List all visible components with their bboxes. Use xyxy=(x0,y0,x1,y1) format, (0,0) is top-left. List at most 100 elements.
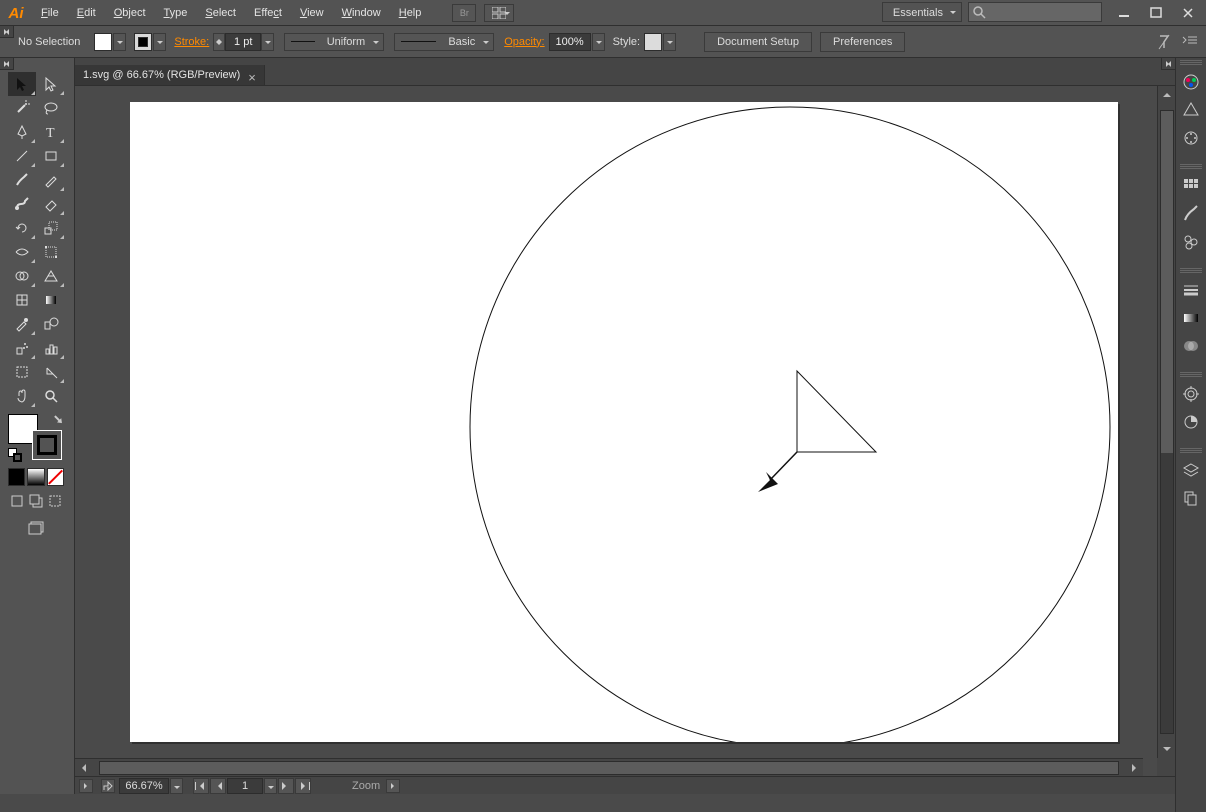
shape-builder-tool[interactable] xyxy=(8,264,36,288)
menu-select[interactable]: Select xyxy=(196,0,245,26)
document-setup-button[interactable]: Document Setup xyxy=(704,32,812,52)
line-tool[interactable] xyxy=(8,144,36,168)
minimize-button[interactable] xyxy=(1108,3,1140,23)
fill-swatch[interactable] xyxy=(94,33,112,51)
swap-fill-stroke[interactable] xyxy=(50,414,64,428)
column-graph-tool[interactable] xyxy=(37,336,65,360)
go-to-bridge-button[interactable]: Br xyxy=(452,4,476,22)
next-artboard-button[interactable] xyxy=(278,778,294,794)
zoom-field[interactable]: 66.67% xyxy=(119,778,169,794)
stroke-panel-button[interactable] xyxy=(1179,278,1203,302)
pencil-tool[interactable] xyxy=(37,168,65,192)
swatches-panel-button[interactable] xyxy=(1179,174,1203,198)
color-solid[interactable] xyxy=(8,468,25,486)
color-none[interactable] xyxy=(47,468,64,486)
status-share-button[interactable] xyxy=(101,779,115,793)
menu-window[interactable]: Window xyxy=(333,0,390,26)
status-popup-button[interactable] xyxy=(79,779,93,793)
pen-tool[interactable] xyxy=(8,120,36,144)
free-transform-tool[interactable] xyxy=(37,240,65,264)
symbols-panel-button[interactable] xyxy=(1179,230,1203,254)
options-menu-button[interactable] xyxy=(1182,34,1198,50)
gradient-panel-button[interactable] xyxy=(1179,306,1203,330)
layers-panel-button[interactable] xyxy=(1179,458,1203,482)
horizontal-scroll-thumb[interactable] xyxy=(100,762,1118,774)
options-collapse-tab[interactable] xyxy=(0,26,14,38)
menu-help[interactable]: Help xyxy=(390,0,431,26)
type-tool[interactable]: T xyxy=(37,120,65,144)
document-tab-close[interactable] xyxy=(248,69,258,79)
artboard-tool[interactable] xyxy=(8,360,36,384)
draw-normal[interactable] xyxy=(8,492,25,510)
panel-grip[interactable] xyxy=(1180,268,1202,274)
opacity-label[interactable]: Opacity: xyxy=(504,36,544,48)
horizontal-scroll-track[interactable] xyxy=(99,761,1119,775)
zoom-dropdown[interactable] xyxy=(170,778,183,794)
scroll-down-button[interactable] xyxy=(1160,744,1174,758)
rotate-tool[interactable] xyxy=(8,216,36,240)
vertical-scroll-thumb[interactable] xyxy=(1161,111,1173,453)
stroke-swatch[interactable] xyxy=(134,33,152,51)
mesh-tool[interactable] xyxy=(8,288,36,312)
default-fill-stroke[interactable] xyxy=(8,448,22,462)
horizontal-scrollbar[interactable] xyxy=(75,758,1143,776)
color-guide-panel-button[interactable] xyxy=(1179,98,1203,122)
panel-grip[interactable] xyxy=(1180,372,1202,378)
panel-grip[interactable] xyxy=(1180,448,1202,454)
artboard-dropdown[interactable] xyxy=(264,778,277,794)
prev-artboard-button[interactable] xyxy=(210,778,226,794)
arrange-documents-button[interactable] xyxy=(484,4,514,22)
right-panels-collapse-tab[interactable] xyxy=(1161,58,1175,70)
fill-dropdown[interactable] xyxy=(113,33,126,51)
stroke-weight-stepper[interactable]: 1 pt xyxy=(213,33,274,51)
panel-grip[interactable] xyxy=(1180,164,1202,170)
brush-definition[interactable]: Basic xyxy=(394,33,494,51)
style-swatch[interactable] xyxy=(644,33,662,51)
stroke-label[interactable]: Stroke: xyxy=(174,36,209,48)
width-tool[interactable] xyxy=(8,240,36,264)
color-panel-button[interactable] xyxy=(1179,70,1203,94)
vertical-scrollbar[interactable] xyxy=(1157,86,1175,758)
document-tab[interactable]: 1.svg @ 66.67% (RGB/Preview) xyxy=(75,65,265,85)
blob-brush-tool[interactable] xyxy=(8,192,36,216)
zoom-tool[interactable] xyxy=(37,384,65,408)
scroll-up-button[interactable] xyxy=(1160,86,1174,100)
panel-grip[interactable] xyxy=(1180,60,1202,66)
kuler-panel-button[interactable] xyxy=(1179,126,1203,150)
eyedropper-tool[interactable] xyxy=(8,312,36,336)
hand-tool[interactable] xyxy=(8,384,36,408)
selection-tool[interactable] xyxy=(8,72,36,96)
symbol-sprayer-tool[interactable] xyxy=(8,336,36,360)
direct-selection-tool[interactable] xyxy=(37,72,65,96)
maximize-button[interactable] xyxy=(1140,3,1172,23)
search-input[interactable] xyxy=(968,2,1102,22)
opacity-field[interactable]: 100% xyxy=(549,33,591,51)
workspace-switcher[interactable]: Essentials xyxy=(882,2,962,22)
stroke-color[interactable] xyxy=(32,430,62,460)
menu-view[interactable]: View xyxy=(291,0,333,26)
stroke-weight-field[interactable]: 1 pt xyxy=(225,33,261,51)
first-artboard-button[interactable] xyxy=(193,778,209,794)
rectangle-tool[interactable] xyxy=(37,144,65,168)
paintbrush-tool[interactable] xyxy=(8,168,36,192)
draw-behind[interactable] xyxy=(27,492,44,510)
vertical-scroll-track[interactable] xyxy=(1160,110,1174,734)
lasso-tool[interactable] xyxy=(37,96,65,120)
eraser-tool[interactable] xyxy=(37,192,65,216)
menu-edit[interactable]: Edit xyxy=(68,0,105,26)
scroll-right-button[interactable] xyxy=(1129,761,1143,775)
stroke-dropdown[interactable] xyxy=(153,33,166,51)
opacity-dropdown[interactable] xyxy=(592,33,605,51)
blend-tool[interactable] xyxy=(37,312,65,336)
close-button[interactable] xyxy=(1172,3,1204,23)
color-gradient[interactable] xyxy=(27,468,44,486)
artboards-panel-button[interactable] xyxy=(1179,486,1203,510)
artboard-number-field[interactable]: 1 xyxy=(227,778,263,794)
last-artboard-button[interactable] xyxy=(295,778,311,794)
status-info-dropdown[interactable] xyxy=(386,779,400,793)
align-to-button[interactable] xyxy=(1156,34,1172,50)
graphic-styles-panel-button[interactable] xyxy=(1179,410,1203,434)
gradient-tool[interactable] xyxy=(37,288,65,312)
magic-wand-tool[interactable] xyxy=(8,96,36,120)
style-dropdown[interactable] xyxy=(663,33,676,51)
